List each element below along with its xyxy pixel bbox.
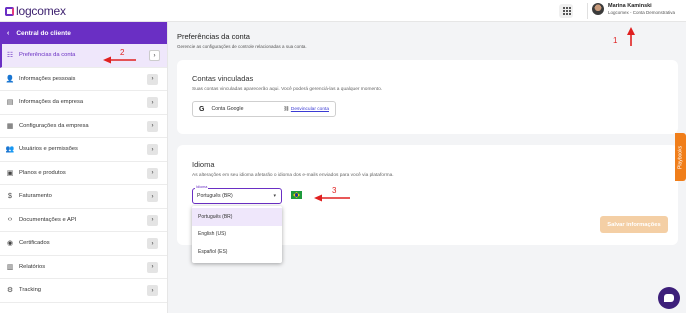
sidebar-item[interactable]: ‹› Documentações e API ›	[0, 209, 167, 232]
language-field-label: Idioma	[195, 185, 209, 189]
chat-button[interactable]	[658, 287, 680, 309]
sidebar-item[interactable]: 👤 Informações pessoais ›	[0, 68, 167, 91]
top-bar: logcomex Marina Kaminski Logcomex - Cont…	[0, 0, 686, 22]
language-selected-value: Português (BR)	[197, 193, 233, 199]
sidebar-item-label: Usuários e permissões	[19, 146, 78, 153]
chevron-right-icon[interactable]: ›	[147, 144, 158, 155]
chevron-right-icon[interactable]: ›	[147, 120, 158, 132]
annotation-number-2: 2	[120, 48, 125, 57]
sidebar: ‹ Central do cliente ☷ Preferências da co…	[0, 22, 168, 313]
sidebar-item[interactable]: ▣ Planos e produtos ›	[0, 162, 167, 185]
sidebar-item[interactable]: ⚙ Tracking ›	[0, 279, 167, 303]
chevron-right-icon[interactable]: ›	[149, 50, 160, 61]
language-subtitle: As alterações em seu idioma afetarão o i…	[192, 173, 394, 178]
linked-accounts-subtitle: Suas contas vinculadas aparecerão aqui. …	[192, 87, 383, 92]
chevron-right-icon[interactable]: ›	[147, 167, 158, 179]
google-icon: G	[199, 105, 205, 113]
sidebar-item-label: Faturamento	[19, 193, 52, 200]
sidebar-item-label: Relatórios	[19, 263, 46, 270]
logo-text: logcomex	[16, 4, 66, 18]
annotation-number-3: 3	[332, 186, 337, 195]
logo-icon	[5, 6, 14, 16]
playbooks-tab[interactable]: Playbooks	[675, 133, 686, 181]
language-option[interactable]: Español (ES)	[192, 243, 282, 261]
sidebar-item[interactable]: ▤ Informações da empresa ›	[0, 91, 167, 115]
chevron-right-icon[interactable]: ›	[147, 285, 158, 296]
sidebar-item[interactable]: ◉ Certificados ›	[0, 232, 167, 256]
unlink-icon: ⛓	[283, 106, 290, 112]
sidebar-title: Central do cliente	[16, 29, 71, 37]
document-icon: ▤	[6, 99, 14, 107]
sidebar-item-label: Documentações e API	[19, 216, 77, 223]
chevron-right-icon[interactable]: ›	[147, 191, 158, 202]
chevron-right-icon[interactable]: ›	[147, 214, 158, 226]
chevron-right-icon[interactable]: ›	[147, 73, 158, 85]
language-dropdown: Português (BR) English (US) Español (ES)	[192, 206, 282, 263]
google-account-row: G Conta Google ⛓ Desvincular conta	[192, 101, 336, 117]
certificate-icon: ◉	[6, 240, 14, 248]
dollar-icon: $	[8, 192, 12, 200]
sidebar-item-label: Planos e produtos	[19, 169, 66, 176]
unlink-account-link[interactable]: Desvincular conta	[291, 107, 329, 112]
page-subtitle: Gerencie as configurações de controle re…	[177, 44, 307, 49]
user-menu[interactable]: Marina Kaminski Logcomex - Conta Demonst…	[592, 3, 675, 15]
chevron-right-icon[interactable]: ›	[147, 261, 158, 273]
back-arrow-icon[interactable]: ‹	[7, 30, 9, 37]
bar-chart-icon: ▥	[6, 263, 14, 271]
sidebar-item-label: Preferências da conta	[19, 52, 76, 59]
chat-icon	[664, 294, 674, 302]
page-title: Preferências da conta	[177, 32, 250, 41]
language-title: Idioma	[192, 160, 215, 169]
sidebar-item[interactable]: $ Faturamento ›	[0, 185, 167, 209]
chevron-right-icon[interactable]: ›	[147, 97, 158, 108]
apps-grid-icon[interactable]	[559, 4, 573, 18]
google-account-label: Conta Google	[211, 106, 244, 112]
sidebar-header: ‹ Central do cliente	[0, 22, 167, 44]
annotation-arrowhead-1	[627, 27, 635, 35]
building-icon: ▦	[6, 122, 14, 130]
linked-accounts-card: Contas vinculadas Suas contas vinculadas…	[177, 60, 678, 134]
sidebar-item-label: Informações pessoais	[19, 75, 76, 82]
annotation-number-1: 1	[613, 36, 618, 45]
language-select[interactable]: Português (BR) ▾	[192, 188, 282, 204]
save-button[interactable]: Salvar informações	[600, 216, 668, 233]
divider	[587, 3, 588, 19]
user-icon: 👤	[5, 75, 15, 83]
sidebar-item[interactable]: 👥 Usuários e permissões ›	[0, 138, 167, 162]
linked-accounts-title: Contas vinculadas	[192, 74, 254, 83]
gear-icon: ⚙	[6, 287, 14, 295]
sidebar-item-label: Informações da empresa	[19, 99, 84, 106]
sidebar-item-label: Configurações da empresa	[19, 122, 89, 129]
chevron-down-icon: ▾	[273, 193, 276, 199]
unlink-container: ⛓ Desvincular conta	[283, 107, 329, 112]
code-icon: ‹›	[7, 216, 13, 224]
avatar	[592, 3, 604, 15]
sliders-icon: ☷	[6, 52, 14, 60]
sidebar-item[interactable]: ▥ Relatórios ›	[0, 256, 167, 279]
sidebar-item[interactable]: ▦ Configurações da empresa ›	[0, 115, 167, 138]
sidebar-item-label: Tracking	[19, 287, 42, 294]
language-option[interactable]: Português (BR)	[192, 208, 282, 226]
user-org: Logcomex - Conta Demonstrativa	[608, 10, 676, 15]
sidebar-item-label: Certificados	[19, 240, 50, 247]
user-name: Marina Kaminski	[608, 3, 652, 9]
brazil-flag-icon	[291, 191, 302, 199]
box-icon: ▣	[6, 169, 14, 177]
language-option[interactable]: English (US)	[192, 226, 282, 244]
chevron-right-icon[interactable]: ›	[147, 238, 158, 249]
logcomex-logo[interactable]: logcomex	[5, 4, 66, 18]
sidebar-item[interactable]: ☷ Preferências da conta ›	[0, 44, 167, 68]
users-icon: 👥	[5, 146, 15, 154]
